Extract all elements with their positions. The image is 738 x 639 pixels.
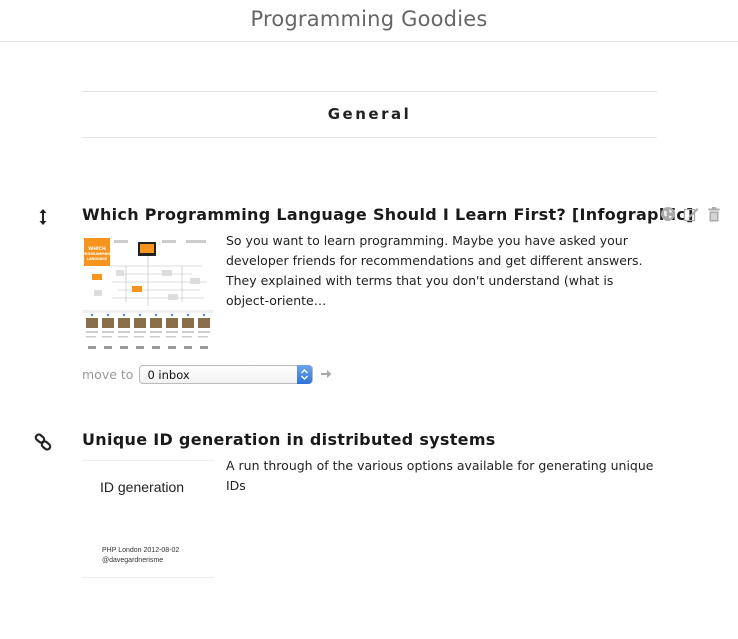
move-to-label: move to (82, 366, 134, 382)
bookmark-title-link[interactable]: Unique ID generation in distributed syst… (82, 430, 496, 449)
bookmark-excerpt: So you want to learn programming. Maybe … (226, 233, 643, 308)
move-to-control: move to 0 inbox (82, 363, 332, 385)
page-title: Programming Goodies (250, 7, 488, 31)
bookmark-title-link[interactable]: Which Programming Language Should I Lear… (82, 205, 694, 224)
arrow-right-icon[interactable] (320, 368, 332, 380)
item-actions (660, 206, 726, 224)
bookmark-excerpt: A run through of the various options ava… (226, 458, 654, 493)
bookmark-thumbnail[interactable]: WHICH PROGRAMMING LANGUAGE (82, 236, 214, 356)
link-icon[interactable] (34, 433, 52, 451)
slide-author: @davegardnerisme (102, 557, 164, 564)
trash-icon[interactable] (706, 206, 722, 222)
slide-event: PHP London 2012-08-02 (102, 547, 180, 554)
folder-select[interactable]: 0 inbox (139, 364, 314, 384)
folder-select-value: 0 inbox (147, 367, 190, 382)
svg-text:LANGUAGE: LANGUAGE (87, 257, 108, 261)
select-chevron-icon[interactable] (297, 364, 313, 384)
globe-icon[interactable] (660, 206, 676, 222)
bookmark-thumbnail[interactable]: ID generation PHP London 2012-08-02 @dav… (82, 460, 214, 578)
section-title: General (327, 105, 412, 123)
move-vertical-icon[interactable] (34, 208, 52, 226)
section-header: General (82, 91, 657, 138)
svg-text:PROGRAMMING: PROGRAMMING (83, 252, 112, 256)
edit-icon[interactable] (683, 206, 699, 222)
infographic-image: WHICH PROGRAMMING LANGUAGE (82, 236, 214, 356)
app-header: Programming Goodies (0, 0, 738, 42)
slide-title: ID generation (100, 479, 185, 495)
